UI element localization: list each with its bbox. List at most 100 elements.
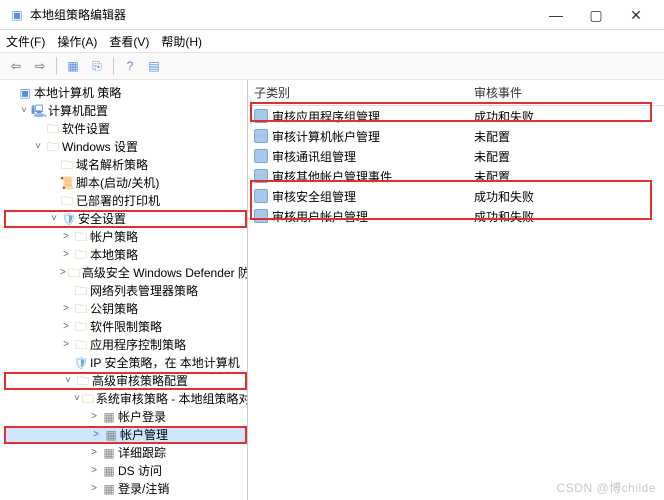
tree-node[interactable]: ˃🗀应用程序控制策略 [4,336,247,354]
content-panes: ▣本地计算机 策略˅🖳计算机配置🗀软件设置˅🗀Windows 设置🗀域名解析策略… [0,80,664,500]
close-button[interactable]: ✕ [616,1,656,29]
expander-icon[interactable]: ˃ [60,246,72,264]
table-row[interactable]: 审核用户帐户管理成功和失败 [248,206,664,226]
col-audit-event[interactable]: 审核事件 [474,84,658,101]
expander-icon[interactable]: ˃ [88,444,100,462]
tree-node[interactable]: 🗀域名解析策略 [4,156,247,174]
tree-node-label: Windows 设置 [62,138,138,156]
expander-icon[interactable]: ˃ [88,408,100,426]
row-value: 成功和失败 [474,188,658,205]
row-name: 审核其他帐户管理事件 [272,168,392,185]
help-button[interactable]: ? [120,56,140,76]
expander-icon[interactable]: ˃ [88,480,100,498]
tree-node[interactable]: ˅🖳计算机配置 [4,102,247,120]
window-controls: — ▢ ✕ [536,1,656,29]
col-subcategory[interactable]: 子类别 [254,84,474,101]
tree-node-label: 本地计算机 策略 [34,84,121,102]
table-body: 审核应用程序组管理成功和失败审核计算机帐户管理未配置审核通讯组管理未配置审核其他… [248,106,664,226]
up-button[interactable]: ▦ [63,56,83,76]
menu-view[interactable]: 查看(V) [109,33,149,50]
table-row[interactable]: 审核安全组管理成功和失败 [248,186,664,206]
policy-tree: ▣本地计算机 策略˅🖳计算机配置🗀软件设置˅🗀Windows 设置🗀域名解析策略… [4,84,247,498]
tree-node[interactable]: 🗀已部署的打印机 [4,192,247,210]
document-icon: ▦ [102,464,116,478]
menu-file[interactable]: 文件(F) [6,33,45,50]
table-row[interactable]: 审核应用程序组管理成功和失败 [248,106,664,126]
expander-icon[interactable]: ˃ [90,426,102,444]
tree-node[interactable]: ˃🗀高级安全 Windows Defender 防火墙 [4,264,247,282]
table-row[interactable]: 审核其他帐户管理事件未配置 [248,166,664,186]
shield-icon: 🛡 [62,212,76,226]
tree-node[interactable]: ˅🗀高级审核策略配置 [4,372,247,390]
policy-icon [254,189,268,203]
table-header: 子类别 审核事件 [248,80,664,106]
tree-pane[interactable]: ▣本地计算机 策略˅🖳计算机配置🗀软件设置˅🗀Windows 设置🗀域名解析策略… [0,80,248,500]
list-pane[interactable]: 子类别 审核事件 审核应用程序组管理成功和失败审核计算机帐户管理 未配置审核通讯组… [248,80,664,500]
expander-icon[interactable]: ˃ [60,228,72,246]
table-row[interactable]: 审核通讯组管理未配置 [248,146,664,166]
expander-icon[interactable]: ˃ [88,462,100,480]
tree-node-label: 脚本(启动/关机) [76,174,159,192]
folder-icon: 🗀 [74,248,88,262]
expander-icon[interactable]: ˅ [74,390,80,408]
script-icon: 📜 [60,176,74,190]
tree-node-label: DS 访问 [118,462,162,480]
expander-icon[interactable]: ˃ [60,336,72,354]
tree-node-label: 系统审核策略 - 本地组策略对象 [96,390,248,408]
menu-action[interactable]: 操作(A) [57,33,97,50]
row-value: 未配置 [474,128,658,145]
policy-icon [254,129,268,143]
table-row[interactable]: 审核计算机帐户管理 未配置 [248,126,664,146]
tree-node-label: 帐户管理 [120,426,168,444]
document-icon: ▦ [102,482,116,496]
expander-icon[interactable]: ˅ [18,102,30,120]
expander-icon[interactable]: ˅ [62,372,74,390]
tree-node[interactable]: 🛡IP 安全策略，在 本地计算机 [4,354,247,372]
tree-node[interactable]: ˃🗀本地策略 [4,246,247,264]
document-icon: ▦ [102,410,116,424]
folder-icon: 🗀 [74,338,88,352]
tree-node[interactable]: ˅🗀Windows 设置 [4,138,247,156]
expander-icon[interactable]: ˃ [60,318,72,336]
tree-node[interactable]: ˃▦帐户登录 [4,408,247,426]
expander-icon[interactable]: ˅ [48,210,60,228]
tree-node-label: 计算机配置 [48,102,108,120]
tree-node-label: 高级审核策略配置 [92,372,188,390]
tree-node[interactable]: 🗀网络列表管理器策略 [4,282,247,300]
tree-node-label: 软件设置 [62,120,110,138]
expander-icon[interactable]: ˃ [60,300,72,318]
row-value: 成功和失败 [474,108,658,125]
tree-node[interactable]: ˅🗀系统审核策略 - 本地组策略对象 [4,390,247,408]
tree-node[interactable]: 📜脚本(启动/关机) [4,174,247,192]
tree-node[interactable]: ˃▦DS 访问 [4,462,247,480]
tree-node-label: 公钥策略 [90,300,138,318]
folder-icon: 🗀 [74,320,88,334]
tree-node[interactable]: ˃▦帐户管理 [4,426,247,444]
properties-button[interactable]: ▤ [144,56,164,76]
tree-root[interactable]: ▣本地计算机 策略 [4,84,247,102]
tree-node-label: 已部署的打印机 [76,192,160,210]
policy-icon [254,169,268,183]
toolbar: ⇦ ⇨ ▦ ⎘ ? ▤ [0,52,664,80]
export-button[interactable]: ⎘ [87,56,107,76]
tree-node-label: IP 安全策略，在 本地计算机 [90,354,240,372]
tree-node[interactable]: ˃🗀帐户策略 [4,228,247,246]
folder-icon: 🗀 [68,266,80,280]
tree-node[interactable]: ˃▦登录/注销 [4,480,247,498]
tree-node-label: 域名解析策略 [76,156,148,174]
expander-icon[interactable]: ˃ [60,264,66,282]
tree-node[interactable]: ˃▦详细跟踪 [4,444,247,462]
back-button[interactable]: ⇦ [6,56,26,76]
tree-node[interactable]: 🗀软件设置 [4,120,247,138]
minimize-button[interactable]: — [536,1,576,29]
tree-node[interactable]: ˅🛡安全设置 [4,210,247,228]
row-name: 审核计算机帐户管理 [272,128,380,145]
row-name: 审核用户帐户管理 [272,208,368,225]
folder-icon: 🗀 [74,230,88,244]
menu-help[interactable]: 帮助(H) [161,33,202,50]
tree-node[interactable]: ˃🗀公钥策略 [4,300,247,318]
tree-node[interactable]: ˃🗀软件限制策略 [4,318,247,336]
maximize-button[interactable]: ▢ [576,1,616,29]
forward-button[interactable]: ⇨ [30,56,50,76]
expander-icon[interactable]: ˅ [32,138,44,156]
